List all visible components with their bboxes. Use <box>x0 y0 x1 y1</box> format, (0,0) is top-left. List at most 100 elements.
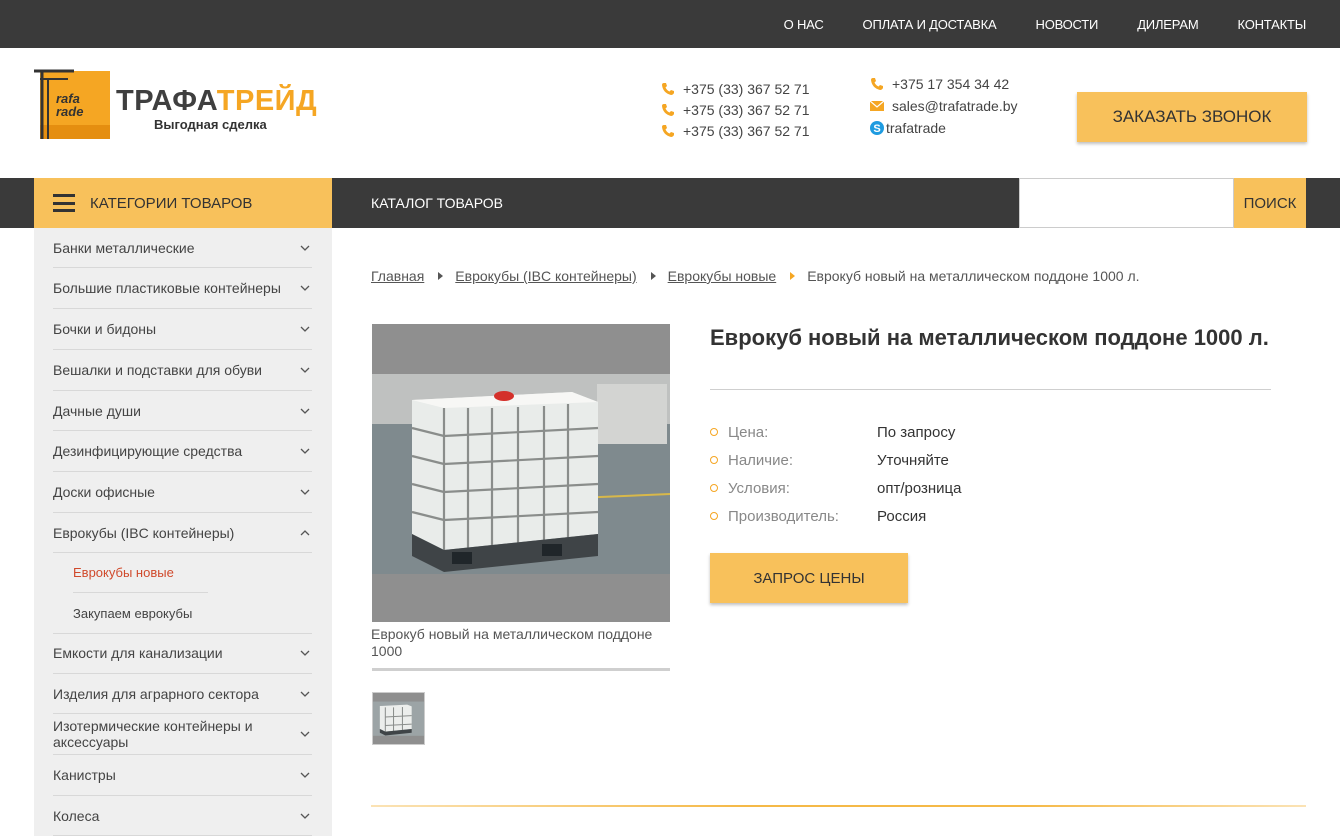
photo-caption: Еврокуб новый на металлическом поддоне 1… <box>371 626 653 659</box>
property-key: Наличие: <box>728 451 794 469</box>
email-row[interactable]: sales@trafatrade.by <box>870 95 1018 117</box>
sidebar-item-label: Изделия для аграрного сектора <box>53 685 259 702</box>
breadcrumb-separator-icon <box>650 272 656 280</box>
breadcrumb-home[interactable]: Главная <box>371 268 424 284</box>
logo-mark-text-2: rade <box>56 104 83 119</box>
ibc-thumbnail-image <box>373 693 424 744</box>
email-address: sales@trafatrade.by <box>892 98 1018 114</box>
topnav-about[interactable]: О НАС <box>784 17 824 32</box>
catalog-link[interactable]: КАТАЛОГ ТОВАРОВ <box>371 178 503 228</box>
chevron-down-icon <box>300 448 310 454</box>
site-logo[interactable]: rafa rade ТРАФАТРЕЙД Выгодная сделка <box>34 67 324 143</box>
sidebar-item-label: Изотермические контейнеры и аксессуары <box>53 718 253 750</box>
phone-number: +375 (33) 367 52 71 <box>683 80 810 97</box>
product-thumbnail[interactable] <box>372 692 425 745</box>
phone-number: +375 (33) 367 52 71 <box>683 101 810 118</box>
phone-icon <box>871 78 883 90</box>
skype-name: trafatrade <box>886 120 946 136</box>
sidebar-subitem-eurocubes-new[interactable]: Еврокубы новые <box>73 553 208 593</box>
caption-divider <box>372 668 670 671</box>
product-properties: Цена: По запросу Наличие: Уточняйте Усло… <box>710 418 962 530</box>
landline-row[interactable]: +375 17 354 34 42 <box>870 73 1018 95</box>
sidebar-item-label: Дезинфицирующие средства <box>53 443 243 459</box>
sidebar-item-eurocubes[interactable]: Еврокубы (IBC контейнеры) <box>53 513 312 553</box>
phone-icon <box>662 124 674 137</box>
chevron-down-icon <box>300 367 310 373</box>
phone-icon <box>662 82 674 95</box>
phone-list: +375 (33) 367 52 71 +375 (33) 367 52 71 … <box>661 78 810 141</box>
breadcrumb-eurocubes-new[interactable]: Еврокубы новые <box>668 268 777 284</box>
topnav-payment-delivery[interactable]: ОПЛАТА И ДОСТАВКА <box>863 17 997 32</box>
categories-label: КАТЕГОРИИ ТОВАРОВ <box>90 194 253 212</box>
logo-name-main: ТРАФА <box>116 85 217 117</box>
sidebar-item-label: Большие пластиковые контейнеры <box>53 280 281 296</box>
sidebar-item-shoe-racks[interactable]: Вешалки и подставки для обуви <box>53 350 312 391</box>
phone-row[interactable]: +375 (33) 367 52 71 <box>661 120 810 141</box>
breadcrumb-eurocubes[interactable]: Еврокубы (IBC контейнеры) <box>455 268 636 284</box>
property-row: Наличие: Уточняйте <box>710 446 962 474</box>
skype-row[interactable]: S trafatrade <box>870 117 1018 139</box>
bullet-icon <box>710 484 718 492</box>
svg-text:S: S <box>873 123 880 135</box>
hamburger-icon <box>53 194 75 212</box>
sidebar-item-metal-cans[interactable]: Банки металлические <box>53 228 312 268</box>
chevron-down-icon <box>300 285 310 291</box>
search-button[interactable]: ПОИСК <box>1234 178 1306 228</box>
sidebar-item-wheels[interactable]: Колеса <box>53 796 312 836</box>
sidebar-item-sewage-tanks[interactable]: Емкости для канализации <box>53 633 312 674</box>
sidebar-item-label: Бочки и бидоны <box>53 321 157 337</box>
sidebar-item-label: Доски офисные <box>53 484 155 500</box>
topnav-contacts[interactable]: КОНТАКТЫ <box>1237 17 1306 32</box>
sidebar-item-label: Колеса <box>53 807 100 824</box>
sidebar-item-office-boards[interactable]: Доски офисные <box>53 472 312 513</box>
logo-name-accent: ТРЕЙД <box>216 85 318 117</box>
sidebar-item-garden-showers[interactable]: Дачные души <box>53 391 312 431</box>
search-input[interactable] <box>1019 178 1234 228</box>
product-title: Еврокуб новый на металлическом поддоне 1… <box>710 325 1269 350</box>
property-key: Условия: <box>728 479 790 497</box>
envelope-icon <box>870 100 884 111</box>
order-callback-button[interactable]: ЗАКАЗАТЬ ЗВОНОК <box>1077 92 1307 142</box>
price-request-button[interactable]: ЗАПРОС ЦЕНЫ <box>710 553 908 603</box>
chevron-down-icon <box>300 326 310 332</box>
chevron-down-icon <box>300 650 310 656</box>
sidebar-item-barrels[interactable]: Бочки и бидоны <box>53 309 312 350</box>
property-value: Россия <box>877 507 927 525</box>
sidebar-item-canisters[interactable]: Канистры <box>53 755 312 796</box>
product-photo[interactable] <box>372 324 671 622</box>
property-row: Цена: По запросу <box>710 418 962 446</box>
contact-list: +375 17 354 34 42 sales@trafatrade.by S … <box>870 73 1018 139</box>
sidebar-item-label: Дачные души <box>53 402 141 419</box>
sidebar-item-agricultural[interactable]: Изделия для аграрного сектора <box>53 674 312 714</box>
topnav-dealers[interactable]: ДИЛЕРАМ <box>1137 17 1198 32</box>
breadcrumb: Главная Еврокубы (IBC контейнеры) Евроку… <box>371 268 1140 284</box>
topnav-news[interactable]: НОВОСТИ <box>1036 17 1099 32</box>
sidebar-item-isothermal[interactable]: Изотермические контейнеры и аксессуары <box>53 714 312 755</box>
section-divider <box>371 805 1306 807</box>
phone-row[interactable]: +375 (33) 367 52 71 <box>661 78 810 99</box>
chevron-down-icon <box>300 245 310 251</box>
sidebar-item-label: Вешалки и подставки для обуви <box>53 362 262 378</box>
bullet-icon <box>710 428 718 436</box>
property-value: опт/розница <box>877 479 962 497</box>
chevron-down-icon <box>300 408 310 414</box>
sidebar-item-label: Еврокубы (IBC контейнеры) <box>53 524 235 541</box>
sidebar-item-label: Емкости для канализации <box>53 645 223 661</box>
title-divider <box>710 389 1271 390</box>
property-key: Производитель: <box>728 507 839 525</box>
property-value: По запросу <box>877 423 956 441</box>
logo-slogan: Выгодная сделка <box>154 117 267 132</box>
breadcrumb-separator-icon <box>790 272 796 280</box>
sidebar-item-disinfectants[interactable]: Дезинфицирующие средства <box>53 431 312 472</box>
skype-icon: S <box>870 121 884 135</box>
categories-toggle[interactable]: КАТЕГОРИИ ТОВАРОВ <box>34 178 332 228</box>
chevron-down-icon <box>300 772 310 778</box>
sidebar-item-large-plastic-containers[interactable]: Большие пластиковые контейнеры <box>53 268 312 309</box>
ibc-container-image <box>372 324 671 622</box>
sidebar-subitem-eurocubes-buying[interactable]: Закупаем еврокубы <box>73 593 208 633</box>
chevron-up-icon <box>300 529 310 535</box>
property-row: Условия: опт/розница <box>710 474 962 502</box>
property-key: Цена: <box>728 423 769 441</box>
sidebar-item-label: Канистры <box>53 767 116 783</box>
phone-row[interactable]: +375 (33) 367 52 71 <box>661 99 810 120</box>
